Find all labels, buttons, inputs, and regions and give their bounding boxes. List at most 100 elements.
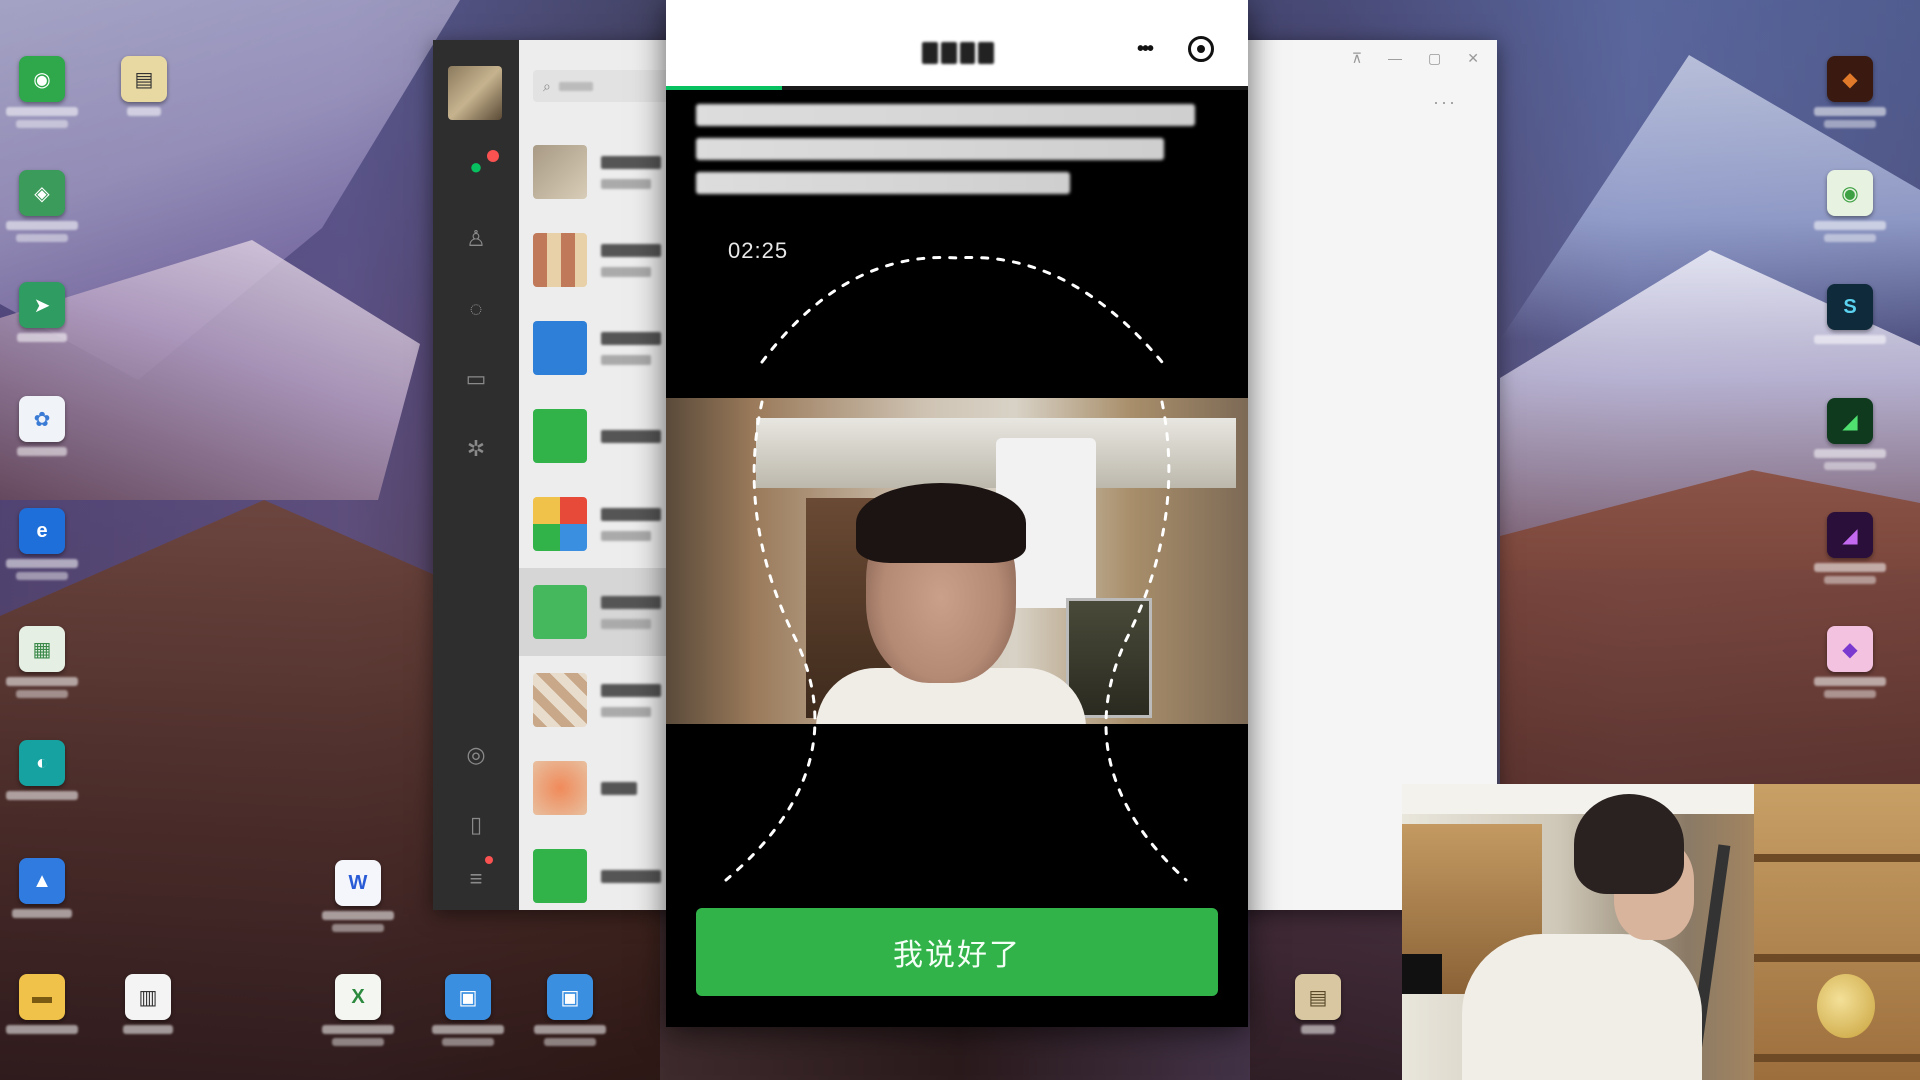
desktop-icon-label (1814, 221, 1886, 230)
streamer-body (1462, 934, 1702, 1080)
desktop-icon[interactable]: ◉ (0, 56, 90, 128)
desktop-icon[interactable]: ▥ (100, 974, 196, 1034)
desktop-icon[interactable]: ▣ (420, 974, 516, 1046)
maximize-icon[interactable]: ▢ (1428, 50, 1441, 67)
desktop-icon[interactable]: ▬ (0, 974, 90, 1034)
wechat-sidebar: ● ♙ ◌ ▭ ✲ ◎ ▯ ≡ (433, 40, 519, 910)
app-icon: ◐ (19, 740, 65, 786)
chat-name (601, 595, 661, 609)
app-icon: ◉ (19, 56, 65, 102)
chat-item[interactable] (519, 128, 669, 216)
chat-avatar (533, 233, 587, 287)
chat-item[interactable] (519, 744, 669, 832)
face-guide-outline (724, 255, 1188, 882)
chat-name (601, 243, 661, 257)
face-guide-left (724, 400, 817, 882)
desktop-icon[interactable]: ▣ (522, 974, 618, 1046)
chat-item[interactable] (519, 216, 669, 304)
chat-item-text (601, 595, 661, 629)
chat-item[interactable] (519, 832, 669, 910)
chat-item-text (601, 781, 637, 795)
chat-item-text (601, 243, 661, 277)
desktop-icon[interactable]: ◆ (1802, 626, 1898, 698)
document-icon: W (335, 860, 381, 906)
desktop-icon[interactable]: ▤ (96, 56, 192, 116)
app-icon: ◆ (1827, 626, 1873, 672)
desktop-icon[interactable]: ▲ (0, 858, 90, 918)
image-icon: ▲ (19, 858, 65, 904)
desktop-icon-label (123, 1025, 173, 1034)
desktop-icon[interactable]: e (0, 508, 90, 580)
chat-avatar (533, 321, 587, 375)
chat-name (601, 683, 661, 697)
file-icon: ▤ (121, 56, 167, 102)
chat-item-text (601, 155, 661, 189)
chat-preview (601, 618, 651, 629)
desktop-icon-label (1824, 576, 1876, 584)
desktop-icon[interactable]: X (310, 974, 406, 1046)
chat-avatar (533, 145, 587, 199)
desktop-icon-label (322, 1025, 394, 1034)
desktop-icon-label (12, 909, 72, 918)
desktop-icon-label (322, 911, 394, 920)
moments-icon[interactable]: ✲ (461, 434, 491, 464)
files-icon[interactable]: ▭ (461, 364, 491, 394)
desktop-icon[interactable]: ◢ (1802, 512, 1898, 584)
app-icon: ▦ (19, 626, 65, 672)
chat-avatar (533, 761, 587, 815)
desktop-icon-label (6, 791, 78, 800)
desktop-icon-label (16, 690, 68, 698)
desktop-icon-label (6, 677, 78, 686)
desktop-icon-label (432, 1025, 504, 1034)
desktop-icon[interactable]: ◉ (1802, 170, 1898, 242)
done-button[interactable]: 我说好了 (696, 908, 1218, 996)
search-input[interactable]: ⌕ (533, 70, 669, 102)
minimize-icon[interactable]: — (1388, 50, 1402, 67)
desktop-icon[interactable]: ◐ (0, 740, 90, 800)
favorites-icon[interactable]: ◌ (461, 294, 491, 324)
desktop-icon[interactable]: ▤ (1270, 974, 1366, 1034)
phone-icon[interactable]: ▯ (461, 810, 491, 840)
desktop-icon[interactable]: W (310, 860, 406, 932)
desktop-icon[interactable]: ✿ (0, 396, 90, 456)
spreadsheet-icon: X (335, 974, 381, 1020)
avatar[interactable] (448, 66, 502, 120)
app-icon: ◉ (1827, 170, 1873, 216)
desktop-icon-label (1301, 1025, 1335, 1034)
desktop-icon[interactable]: ◈ (0, 170, 90, 242)
contacts-icon[interactable]: ♙ (461, 224, 491, 254)
search-icon: ⌕ (543, 77, 551, 94)
chat-name (601, 331, 661, 345)
chat-item-text (601, 507, 661, 541)
chat-item[interactable] (519, 480, 669, 568)
chat-item[interactable] (519, 392, 669, 480)
chat-name (601, 781, 637, 795)
desktop-icon-label (1814, 335, 1886, 344)
miniprogram-icon[interactable]: ◎ (461, 740, 491, 770)
desktop-icon-label (17, 333, 67, 342)
chat-item-text (601, 683, 661, 717)
room-fruit (1817, 974, 1875, 1038)
chat-name (601, 155, 661, 169)
chat-name (601, 507, 661, 521)
chat-item[interactable] (519, 656, 669, 744)
desktop-icon[interactable]: ◢ (1802, 398, 1898, 470)
close-icon[interactable]: ✕ (1467, 50, 1479, 67)
more-icon[interactable]: ··· (1433, 92, 1457, 113)
desktop-icon[interactable]: S (1802, 284, 1898, 344)
chat-item[interactable] (519, 304, 669, 392)
chat-item-text (601, 869, 661, 883)
pin-icon[interactable]: ⊼ (1352, 50, 1362, 67)
desktop-icon-label (6, 221, 78, 230)
desktop-icon[interactable]: ➤ (0, 282, 90, 342)
desktop-icon[interactable]: ◆ (1802, 56, 1898, 128)
archive-icon: ▣ (445, 974, 491, 1020)
desktop-icon-label (1814, 449, 1886, 458)
desktop-icon-label (16, 572, 68, 580)
app-icon: ◢ (1827, 398, 1873, 444)
chat-item[interactable] (519, 568, 669, 656)
menu-icon[interactable]: ≡ (461, 864, 491, 894)
desktop-icon[interactable]: ▦ (0, 626, 90, 698)
app-icon: ◈ (19, 170, 65, 216)
desktop-icon-label (332, 1038, 384, 1046)
